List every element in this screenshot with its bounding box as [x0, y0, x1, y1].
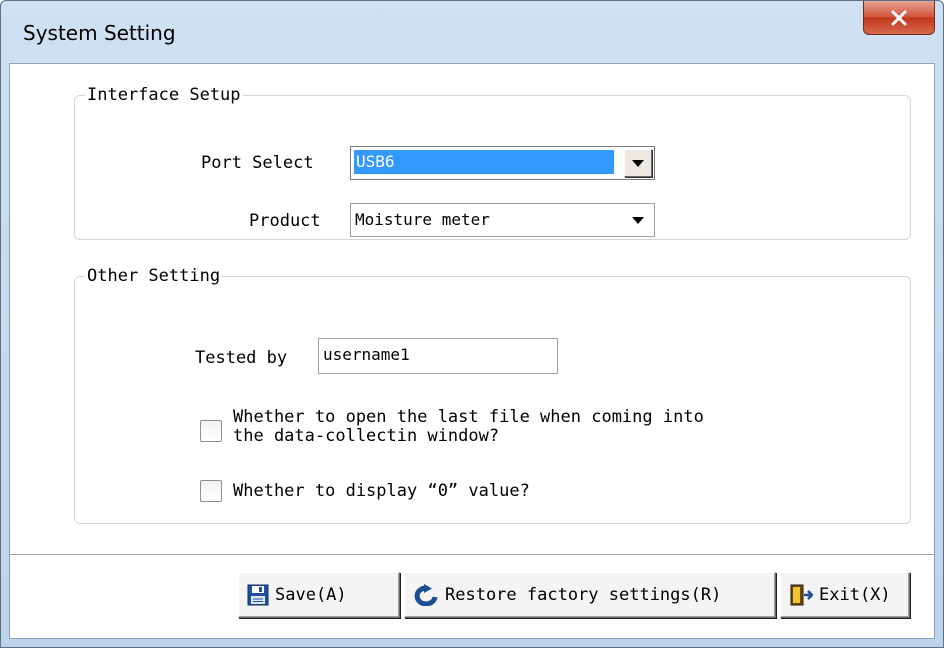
floppy-disk-icon: [247, 584, 269, 606]
client-area: Interface Setup Port Select USB6 Product…: [9, 63, 935, 639]
product-arrow[interactable]: [624, 206, 652, 234]
chevron-down-icon: [632, 159, 644, 167]
title-bar[interactable]: System Setting: [1, 1, 943, 63]
restore-arrow-icon: [414, 584, 438, 606]
interface-setup-legend: Interface Setup: [87, 85, 241, 105]
footer-separator: [10, 554, 934, 555]
close-x-icon: [891, 10, 907, 25]
save-button-label: Save(A): [275, 585, 347, 605]
window-title: System Setting: [23, 21, 176, 45]
product-dropdown[interactable]: Moisture meter: [350, 203, 655, 237]
product-label: Product: [249, 211, 321, 231]
close-button[interactable]: [863, 1, 935, 35]
display-zero-label: Whether to display “0” value?: [233, 481, 530, 501]
restore-factory-settings-button[interactable]: Restore factory settings(R): [404, 572, 776, 618]
interface-setup-group: Interface Setup Port Select USB6 Product…: [74, 85, 911, 240]
other-setting-group: Other Setting Tested by Whether to open …: [74, 266, 911, 524]
display-zero-checkbox[interactable]: [200, 480, 222, 502]
chevron-down-icon: [632, 216, 644, 224]
port-select-label: Port Select: [201, 153, 314, 173]
save-button[interactable]: Save(A): [238, 572, 400, 618]
tested-by-input[interactable]: [323, 345, 553, 364]
system-setting-window: System Setting Interface Setup Port Sele…: [0, 0, 944, 648]
product-value: Moisture meter: [355, 210, 490, 229]
other-setting-legend: Other Setting: [87, 266, 221, 286]
open-last-file-checkbox[interactable]: [200, 420, 222, 442]
restore-button-label: Restore factory settings(R): [445, 585, 722, 605]
open-last-file-label-line2: the data-collectin window?: [233, 426, 500, 446]
port-select-dropdown[interactable]: USB6: [350, 146, 655, 180]
exit-door-icon: [790, 584, 813, 606]
tested-by-label: Tested by: [195, 348, 288, 368]
port-select-value: USB6: [354, 150, 614, 174]
exit-button-label: Exit(X): [819, 585, 891, 605]
port-select-arrow[interactable]: [624, 149, 652, 177]
tested-by-field[interactable]: [318, 338, 558, 374]
exit-button[interactable]: Exit(X): [780, 572, 910, 618]
